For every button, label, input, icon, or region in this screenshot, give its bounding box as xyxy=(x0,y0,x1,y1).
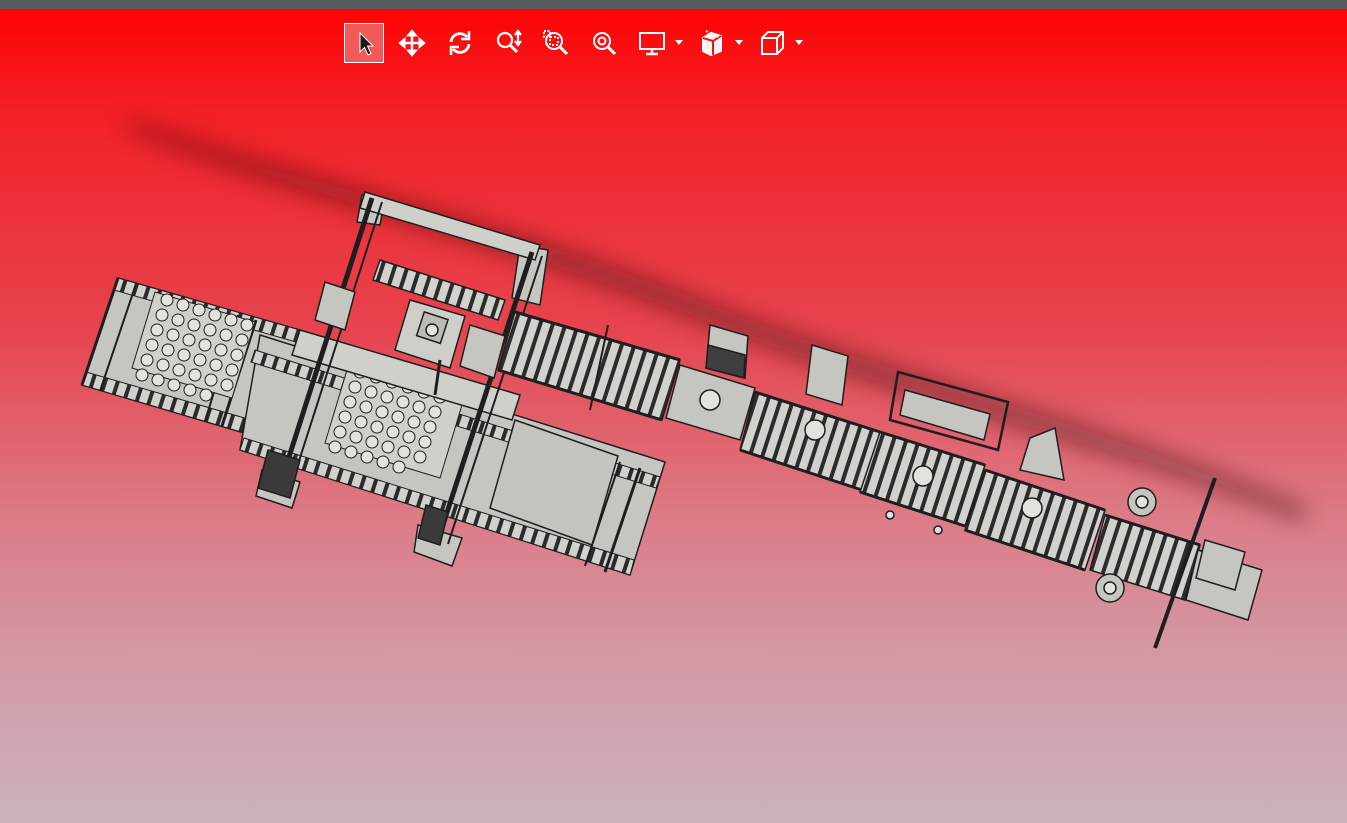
view-toolbar xyxy=(344,23,812,63)
production-line-model[interactable] xyxy=(0,9,1347,823)
select-tool-button[interactable] xyxy=(344,23,384,63)
pan-tool-button[interactable] xyxy=(392,23,432,63)
zoom-updown-icon xyxy=(496,29,522,54)
rotate-tool-button[interactable] xyxy=(440,23,480,63)
window-title-bar xyxy=(0,0,1347,9)
section-view-dropdown[interactable] xyxy=(732,23,746,63)
3d-viewport[interactable] xyxy=(0,9,1347,823)
cube-view-icon xyxy=(761,31,784,55)
cursor-arrow-icon xyxy=(359,31,375,56)
zoom-fit-tool-button[interactable] xyxy=(584,23,624,63)
view-orientation-dropdown[interactable] xyxy=(792,23,806,63)
view-orientation-group xyxy=(752,23,806,63)
caret-down-icon xyxy=(795,40,803,45)
zoom-window-icon xyxy=(543,30,569,56)
caret-down-icon xyxy=(735,40,743,45)
section-view-icon xyxy=(702,30,722,57)
display-style-group xyxy=(632,23,686,63)
caret-down-icon xyxy=(675,40,683,45)
view-orientation-button[interactable] xyxy=(752,23,792,63)
zoom-tool-button[interactable] xyxy=(488,23,528,63)
display-style-button[interactable] xyxy=(632,23,672,63)
monitor-icon xyxy=(639,32,665,56)
pan-move-icon xyxy=(398,29,426,57)
rotate-icon xyxy=(449,31,471,55)
section-view-button[interactable] xyxy=(692,23,732,63)
zoom-window-tool-button[interactable] xyxy=(536,23,576,63)
section-view-group xyxy=(692,23,746,63)
zoom-fit-icon xyxy=(593,32,617,56)
display-style-dropdown[interactable] xyxy=(672,23,686,63)
